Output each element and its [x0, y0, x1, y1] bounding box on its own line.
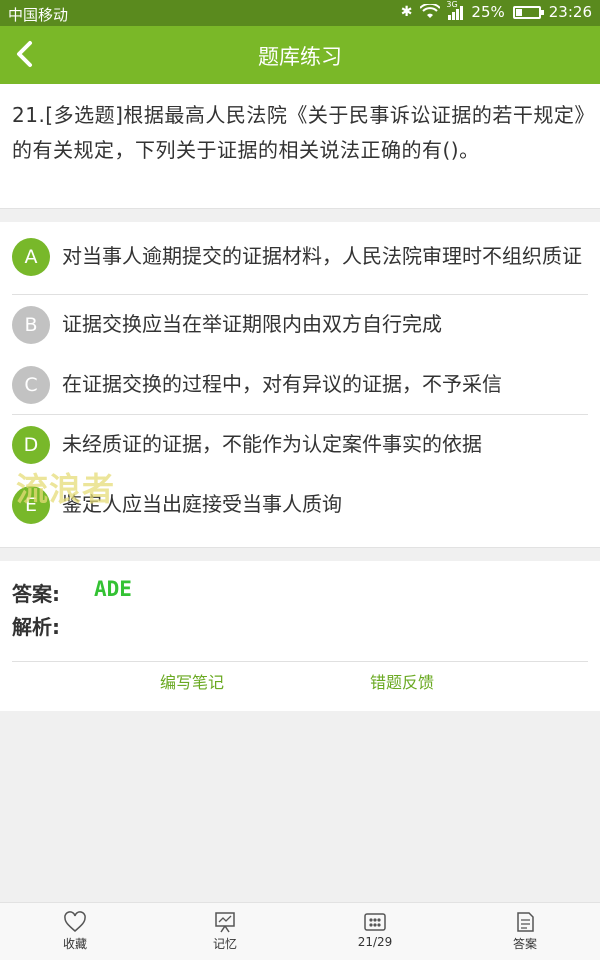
- answer-divider: [12, 661, 588, 662]
- heart-icon: [64, 911, 86, 932]
- option-letter: E: [12, 486, 50, 524]
- nav-progress[interactable]: 21/29: [325, 903, 425, 960]
- answer-label: 答案:: [12, 582, 60, 606]
- carrier-name: 中国移动: [8, 6, 69, 24]
- option-text: 鉴定人应当出庭接受当事人质询: [62, 492, 342, 516]
- option-c[interactable]: C 在证据交换的过程中，对有异议的证据，不予采信: [12, 366, 588, 404]
- document-icon: [517, 912, 534, 932]
- option-text: 对当事人逾期提交的证据材料，人民法院审理时不组织质证: [62, 244, 582, 268]
- battery-icon: [512, 5, 544, 19]
- option-text: 未经质证的证据，不能作为认定案件事实的依据: [62, 432, 482, 456]
- network-type: 3G: [446, 0, 458, 9]
- page-title: 题库练习: [258, 45, 342, 69]
- signal-icon: 3G: [446, 0, 464, 20]
- nav-answer[interactable]: 答案: [475, 903, 575, 960]
- battery-percent: 25%: [471, 3, 505, 21]
- clock: 23:26: [548, 3, 592, 21]
- options-list: A 对当事人逾期提交的证据材料，人民法院审理时不组织质证 B 证据交换应当在举证…: [0, 222, 600, 547]
- option-text: 在证据交换的过程中，对有异议的证据，不予采信: [62, 372, 502, 396]
- option-a[interactable]: A 对当事人逾期提交的证据材料，人民法院审理时不组织质证: [12, 238, 588, 276]
- error-feedback-button[interactable]: 错题反馈: [370, 669, 434, 693]
- answer-value: ADE: [94, 577, 132, 601]
- presentation-icon: [215, 912, 235, 933]
- option-divider: [12, 414, 588, 415]
- nav-favorite[interactable]: 收藏: [25, 903, 125, 960]
- option-text: 证据交换应当在举证期限内由双方自行完成: [62, 312, 442, 336]
- nav-label: 21/29: [357, 935, 393, 949]
- option-letter: D: [12, 426, 50, 464]
- write-note-button[interactable]: 编写笔记: [160, 669, 224, 693]
- option-letter: A: [12, 238, 50, 276]
- bottom-nav: 收藏 记忆 21/29 答案: [0, 902, 600, 960]
- option-e[interactable]: E 鉴定人应当出庭接受当事人质询: [12, 486, 588, 524]
- section-divider: [0, 547, 600, 561]
- nav-label: 记忆: [212, 937, 237, 951]
- wifi-icon: [420, 4, 441, 18]
- app-header: 题库练习: [0, 26, 600, 84]
- question-text: 21.[多选题]根据最高人民法院《关于民事诉讼证据的若干规定》的有关规定，下列关…: [0, 84, 600, 208]
- option-d[interactable]: D 未经质证的证据，不能作为认定案件事实的依据: [12, 426, 588, 464]
- section-divider: [0, 208, 600, 222]
- status-bar: 中国移动 ✱ 3G 25% 23:26: [0, 0, 600, 26]
- nav-label: 收藏: [62, 937, 87, 951]
- option-letter: B: [12, 306, 50, 344]
- option-b[interactable]: B 证据交换应当在举证期限内由双方自行完成: [12, 306, 588, 344]
- answer-panel: 答案: ADE 解析: 编写笔记 错题反馈: [0, 561, 600, 711]
- option-letter: C: [12, 366, 50, 404]
- grid-icon: [364, 913, 386, 931]
- bluetooth-icon: ✱: [400, 4, 413, 20]
- option-divider: [12, 294, 588, 295]
- nav-memory[interactable]: 记忆: [175, 903, 275, 960]
- analysis-label: 解析:: [12, 615, 60, 639]
- status-icons: ✱ 3G 25% 23:26: [400, 0, 592, 21]
- nav-label: 答案: [512, 937, 537, 951]
